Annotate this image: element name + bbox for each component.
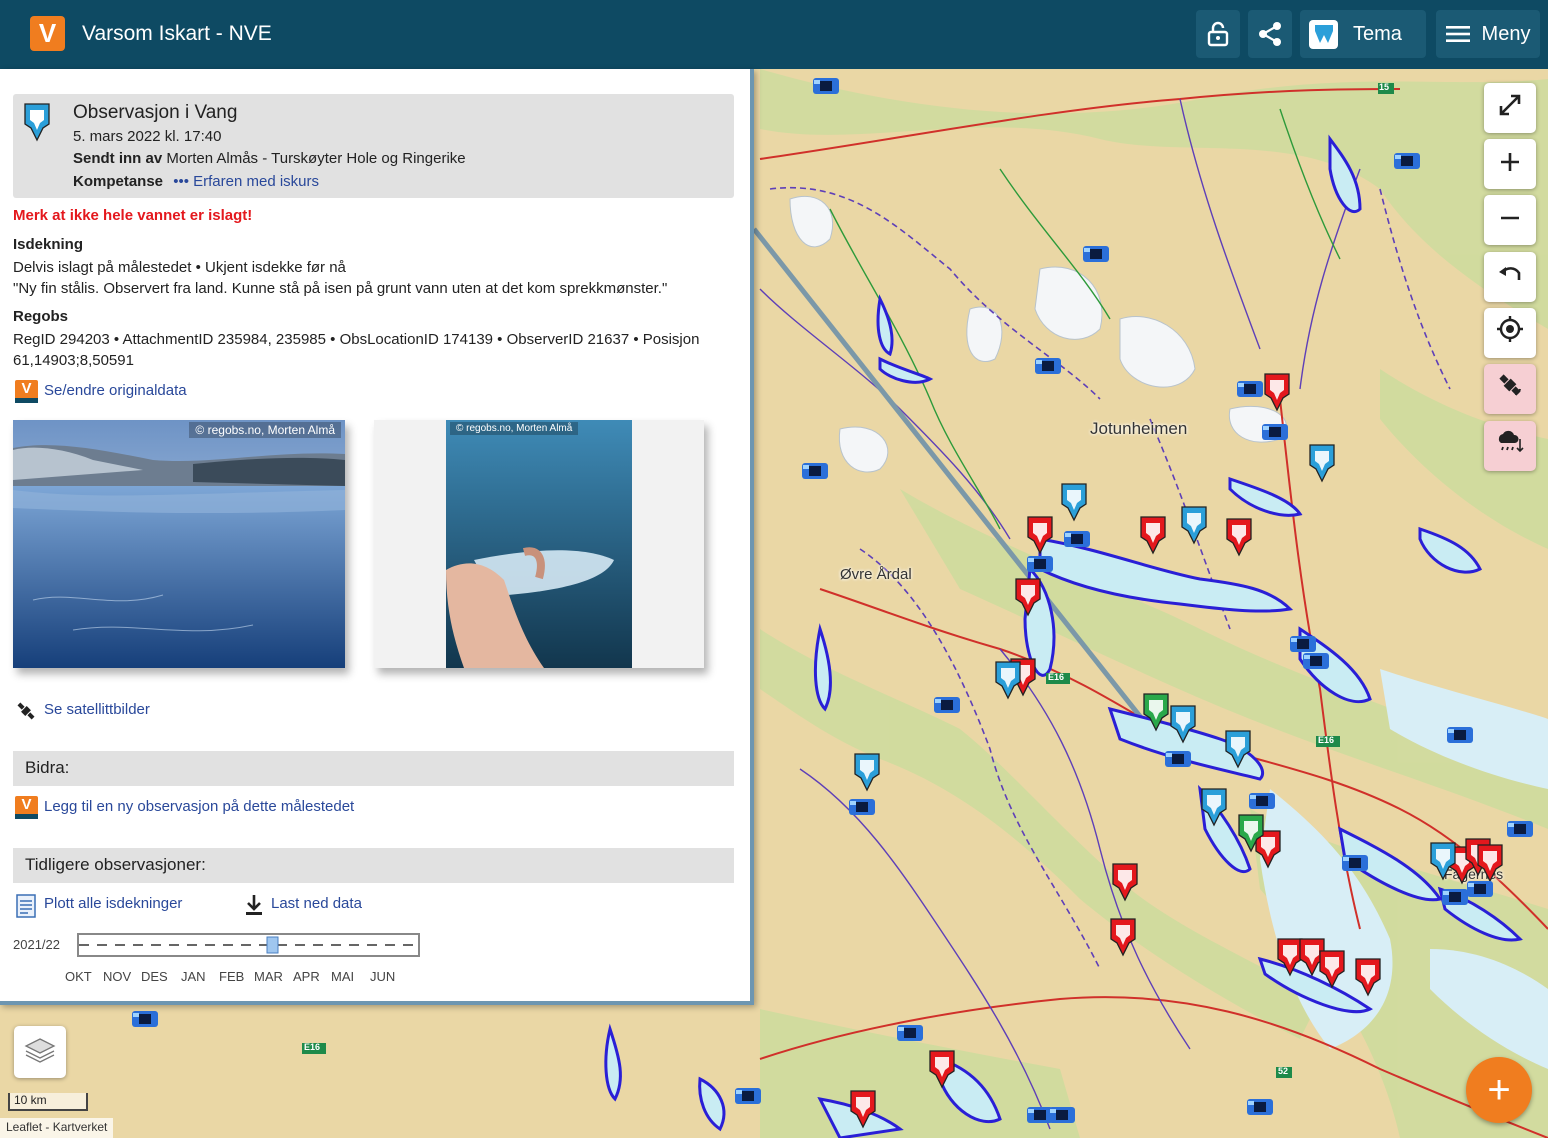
observation-sender: Sendt inn av Morten Almås - Turskøyter H… xyxy=(73,150,466,167)
download-icon xyxy=(245,894,263,921)
reset-view-button[interactable] xyxy=(1484,252,1536,302)
menu-label: Meny xyxy=(1481,22,1531,45)
lock-button[interactable] xyxy=(1196,10,1240,58)
season-label: 2021/22 xyxy=(13,937,60,952)
map-marker-blue xyxy=(854,444,1456,880)
locate-button[interactable] xyxy=(1484,308,1536,358)
competence-value-link[interactable]: Erfaren med iskurs xyxy=(193,173,319,190)
ice-warning: Merk at ikke hele vannet er islagt! xyxy=(13,207,253,224)
timeline-track xyxy=(79,936,418,954)
history-bar: Tidligere observasjoner: xyxy=(13,848,734,883)
top-bar: V Varsom Iskart - NVE Tema Meny xyxy=(0,0,1548,69)
list-icon xyxy=(15,894,37,923)
share-icon xyxy=(1257,21,1283,47)
map-attribution[interactable]: Leaflet - Kartverket xyxy=(0,1118,114,1138)
zoom-out-button[interactable] xyxy=(1484,195,1536,245)
hamburger-icon xyxy=(1445,25,1470,43)
competence-label: Kompetanse xyxy=(73,173,164,190)
weather-button[interactable] xyxy=(1484,421,1536,471)
locate-icon xyxy=(1496,315,1524,351)
share-button[interactable] xyxy=(1248,10,1292,58)
month-label: JAN xyxy=(181,969,206,984)
theme-button[interactable]: Tema xyxy=(1300,10,1426,58)
download-data-link[interactable]: Last ned data xyxy=(271,895,362,912)
month-label: DES xyxy=(141,969,168,984)
zoom-in-icon xyxy=(1499,147,1521,181)
varsom-icon: V xyxy=(15,796,38,819)
map-marker-red xyxy=(850,373,1503,1128)
season-timeline[interactable] xyxy=(77,933,420,957)
map-marker-green xyxy=(1143,693,1264,852)
add-observation-fab[interactable]: + xyxy=(1466,1057,1532,1123)
lock-icon xyxy=(1206,21,1230,47)
satellite-images-link[interactable]: Se satellittbilder xyxy=(44,701,150,718)
observation-photo-lake[interactable]: © regobs.no, Morten Almå xyxy=(13,420,345,668)
theme-label: Tema xyxy=(1353,22,1402,45)
layers-icon xyxy=(23,1035,57,1070)
layers-button[interactable] xyxy=(14,1026,66,1078)
ice-coverage-text: Delvis islagt på målestedet • Ukjent isd… xyxy=(13,259,346,276)
photo-credit: © regobs.no, Morten Almå xyxy=(450,422,579,435)
month-label: APR xyxy=(293,969,320,984)
ice-coverage-heading: Isdekning xyxy=(13,236,84,253)
regobs-details: RegID 294203 • AttachmentID 235984, 2359… xyxy=(13,331,700,369)
month-label: MAI xyxy=(331,969,355,984)
ice-photo-image xyxy=(374,420,704,668)
varsom-icon: V xyxy=(15,380,38,403)
weather-icon xyxy=(1495,429,1525,463)
competence-dots: ••• xyxy=(173,173,189,190)
zoom-in-button[interactable] xyxy=(1484,139,1536,189)
observation-photo-ice[interactable]: © regobs.no, Morten Almå xyxy=(374,420,704,668)
contribute-bar: Bidra: xyxy=(13,751,734,786)
lake-photo-image xyxy=(13,420,345,668)
satellite-icon xyxy=(1495,370,1525,408)
sent-by-value: Morten Almås - Turskøyter Hole og Ringer… xyxy=(166,150,466,167)
observation-date: 5. mars 2022 kl. 17:40 xyxy=(73,128,222,145)
month-label: JUN xyxy=(370,969,396,984)
varsom-logo[interactable]: V xyxy=(30,16,65,51)
month-label: OKT xyxy=(65,969,92,984)
ice-coverage-comment: "Ny fin stålis. Observert fra land. Kunn… xyxy=(13,280,668,297)
reset-view-icon xyxy=(1497,260,1523,294)
menu-button[interactable]: Meny xyxy=(1436,10,1540,58)
observation-competence: Kompetanse ••• Erfaren med iskurs xyxy=(73,173,319,190)
add-observation-link[interactable]: Legg til en ny observasjon på dette måle… xyxy=(44,798,354,815)
scale-bar: 10 km xyxy=(8,1093,88,1111)
app-title: Varsom Iskart - NVE xyxy=(82,22,272,45)
month-label: FEB xyxy=(219,969,245,984)
edit-original-data-link[interactable]: Se/endre originaldata xyxy=(44,382,187,399)
observation-panel: Observasjon i Vang 5. mars 2022 kl. 17:4… xyxy=(0,69,754,1005)
observation-title: Observasjon i Vang xyxy=(73,102,238,123)
plot-all-link[interactable]: Plott alle isdekninger xyxy=(44,895,182,912)
observation-header: Observasjon i Vang 5. mars 2022 kl. 17:4… xyxy=(13,94,734,198)
regobs-heading: Regobs xyxy=(13,308,69,325)
fullscreen-icon xyxy=(1498,91,1522,125)
tema-icon xyxy=(1309,19,1338,49)
month-label: NOV xyxy=(103,969,132,984)
observation-pin-icon xyxy=(23,102,51,147)
fullscreen-button[interactable] xyxy=(1484,83,1536,133)
zoom-out-icon xyxy=(1499,203,1521,237)
month-label: MAR xyxy=(254,969,283,984)
sent-by-label: Sendt inn av xyxy=(73,150,163,167)
satellite-small-icon xyxy=(14,699,38,728)
satellite-button[interactable] xyxy=(1484,364,1536,414)
photo-credit: © regobs.no, Morten Almå xyxy=(189,422,341,438)
